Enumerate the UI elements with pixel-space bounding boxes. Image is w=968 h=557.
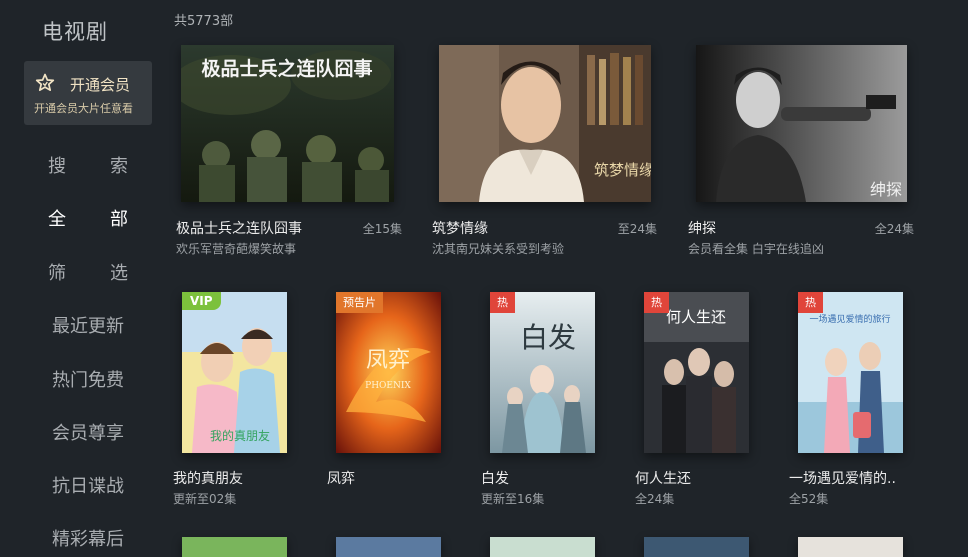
video-card[interactable]: 凤弈 PHOENIX 预告片 凤弈 <box>326 292 456 507</box>
trailer-badge: 预告片 <box>336 292 383 313</box>
video-card[interactable]: 筑梦情缘 筑梦情缘 至24集 沈其南兄妹关系受到考验 <box>432 45 660 260</box>
poster-image[interactable] <box>644 537 749 557</box>
video-card[interactable]: 我的真朋友 VIP 我的真朋友 更新至02集 <box>172 292 302 507</box>
nav-filter[interactable]: 筛选 <box>24 259 152 285</box>
card-title: 白发 <box>481 471 509 487</box>
episode-count: 至24集 <box>617 222 657 236</box>
poster-image[interactable] <box>336 537 441 557</box>
episode-count: 全24集 <box>874 222 914 236</box>
poster-image[interactable] <box>798 537 903 557</box>
episode-count: 全15集 <box>362 222 402 236</box>
video-card[interactable]: 极品士兵之连队囧事 极品士兵之连队囧事 全15集 欢乐军营奇葩爆笑故事 <box>174 45 402 260</box>
video-card[interactable]: 绅探 绅探 全24集 会员看全集 白宇在线追凶 <box>688 45 916 260</box>
sidebar: 电视剧 开通会员 开通会员大片任意看 搜索 全部 筛选 最近更新 热门免费 会员… <box>0 0 162 550</box>
video-card[interactable]: 一场遇见爱情的旅行 热 一场遇见爱情的.. 全52集 <box>788 292 918 507</box>
poster-image: 绅探 <box>696 45 907 202</box>
nav-search[interactable]: 搜索 <box>24 152 152 178</box>
card-title: 极品士兵之连队囧事 <box>176 221 302 237</box>
nav-hot-free[interactable]: 热门免费 <box>24 366 152 392</box>
poster-text: 筑梦情缘 <box>594 161 651 179</box>
poster-image: 筑梦情缘 <box>439 45 651 202</box>
card-title: 何人生还 <box>635 471 691 487</box>
poster-text: 我的真朋友 <box>210 428 270 443</box>
nav-behind-the-scenes[interactable]: 精彩幕后 <box>24 525 152 551</box>
vip-membership-button[interactable]: 开通会员 开通会员大片任意看 <box>24 61 152 125</box>
card-subtitle: 全24集 <box>635 492 675 506</box>
video-card[interactable]: 白发 热 白发 更新至16集 <box>480 292 610 507</box>
card-description: 会员看全集 白宇在线追凶 <box>688 242 824 256</box>
nav-all[interactable]: 全部 <box>24 205 152 231</box>
card-description: 欢乐军营奇葩爆笑故事 <box>176 242 297 256</box>
video-card[interactable]: 何人生还 热 何人生还 全24集 <box>634 292 764 507</box>
poster-image: 何人生还 热 <box>644 292 749 453</box>
poster-text: 凤弈 <box>366 348 410 373</box>
card-description: 沈其南兄妹关系受到考验 <box>432 242 565 256</box>
poster-image: 一场遇见爱情的旅行 热 <box>798 292 903 453</box>
vip-star-icon <box>35 73 55 93</box>
poster-text: 何人生还 <box>666 308 726 326</box>
card-title: 我的真朋友 <box>173 471 243 487</box>
card-title: 凤弈 <box>327 471 355 487</box>
nav-vip-exclusive[interactable]: 会员尊享 <box>24 419 152 445</box>
hot-badge: 热 <box>798 292 823 313</box>
nav-anti-japanese-spy[interactable]: 抗日谍战 <box>24 472 152 498</box>
card-title: 筑梦情缘 <box>432 221 488 237</box>
poster-image: 凤弈 PHOENIX 预告片 <box>336 292 441 453</box>
poster-text: 绅探 <box>870 180 902 199</box>
card-title: 一场遇见爱情的.. <box>789 471 896 487</box>
app-title: 电视剧 <box>42 20 108 44</box>
total-count: 共5773部 <box>174 14 234 29</box>
vip-label: 开通会员 <box>70 76 131 94</box>
card-subtitle: 更新至16集 <box>481 492 545 506</box>
vip-subtitle: 开通会员大片任意看 <box>34 102 133 115</box>
card-title: 绅探 <box>688 221 716 237</box>
poster-text-2: PHOENIX <box>365 381 411 391</box>
poster-image[interactable] <box>182 537 287 557</box>
hot-badge: 热 <box>644 292 669 313</box>
poster-text: 白发 <box>520 321 576 354</box>
poster-image: 我的真朋友 VIP <box>182 292 287 453</box>
card-subtitle: 全52集 <box>789 492 829 506</box>
card-subtitle: 更新至02集 <box>173 492 237 506</box>
vip-badge: VIP <box>182 292 221 310</box>
poster-text: 极品士兵之连队囧事 <box>201 57 372 80</box>
hot-badge: 热 <box>490 292 515 313</box>
poster-image[interactable] <box>490 537 595 557</box>
poster-image: 白发 热 <box>490 292 595 453</box>
nav-recent-updates[interactable]: 最近更新 <box>24 312 152 338</box>
poster-image: 极品士兵之连队囧事 <box>181 45 394 202</box>
poster-text: 一场遇见爱情的旅行 <box>809 313 890 325</box>
